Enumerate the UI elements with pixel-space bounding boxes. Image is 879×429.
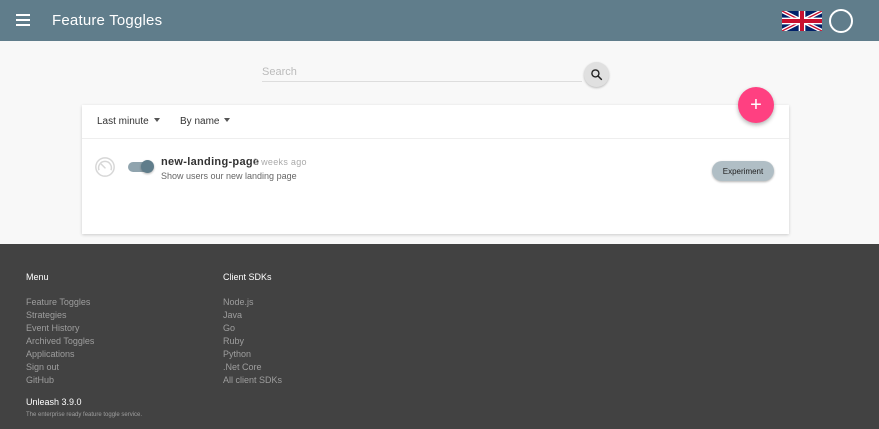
search-icon: [591, 69, 603, 81]
feature-row: new-landing-page 3 weeks ago Show users …: [82, 139, 789, 199]
add-feature-button[interactable]: +: [738, 87, 774, 123]
uk-flag-icon[interactable]: [782, 11, 822, 31]
footer-menu-list: Feature Toggles Strategies Event History…: [26, 296, 94, 387]
feature-enabled-toggle[interactable]: [128, 160, 154, 173]
footer-link-applications[interactable]: Applications: [26, 348, 94, 361]
metric-dropdown-label: Last minute: [97, 116, 149, 127]
search-button[interactable]: [584, 62, 609, 87]
search-field: [262, 62, 582, 82]
footer-link-java[interactable]: Java: [223, 309, 282, 322]
user-avatar-icon[interactable]: [829, 9, 853, 33]
feature-type-chip[interactable]: Experiment: [712, 161, 774, 181]
footer-sdk-title: Client SDKs: [223, 272, 272, 282]
footer-link-strategies[interactable]: Strategies: [26, 309, 94, 322]
footer-sdk-list: Node.js Java Go Ruby Python .Net Core Al…: [223, 296, 282, 387]
footer-link-ruby[interactable]: Ruby: [223, 335, 282, 348]
chevron-down-icon: [224, 118, 231, 122]
card-toolbar: Last minute By name: [82, 105, 789, 139]
footer-link-go[interactable]: Go: [223, 322, 282, 335]
feature-description: Show users our new landing page: [161, 171, 297, 181]
page-title: Feature Toggles: [52, 12, 163, 29]
search-input[interactable]: [262, 62, 582, 82]
footer-link-archived-toggles[interactable]: Archived Toggles: [26, 335, 94, 348]
hamburger-menu-icon[interactable]: [16, 14, 30, 26]
feature-name-link[interactable]: new-landing-page: [161, 156, 259, 168]
footer-link-nodejs[interactable]: Node.js: [223, 296, 282, 309]
footer-link-python[interactable]: Python: [223, 348, 282, 361]
app-header: Feature Toggles: [0, 0, 879, 41]
version-label: Unleash 3.9.0: [26, 397, 82, 407]
gauge-icon: [95, 157, 115, 177]
toggle-knob: [141, 160, 154, 173]
feature-list-card: Last minute By name new-landing-page 3 w…: [82, 105, 789, 234]
chevron-down-icon: [153, 118, 160, 122]
metric-dropdown[interactable]: Last minute: [97, 116, 160, 127]
footer: Menu Feature Toggles Strategies Event Hi…: [0, 244, 879, 429]
sort-dropdown-label: By name: [180, 116, 220, 127]
footer-menu-title: Menu: [26, 272, 49, 282]
feature-created-time: 3 weeks ago: [253, 157, 307, 167]
footer-link-dotnet-core[interactable]: .Net Core: [223, 361, 282, 374]
footer-link-all-sdks[interactable]: All client SDKs: [223, 374, 282, 387]
footer-link-event-history[interactable]: Event History: [26, 322, 94, 335]
footer-link-feature-toggles[interactable]: Feature Toggles: [26, 296, 94, 309]
footer-link-sign-out[interactable]: Sign out: [26, 361, 94, 374]
tagline: The enterprise ready feature toggle serv…: [26, 412, 143, 418]
sort-dropdown[interactable]: By name: [180, 116, 231, 127]
footer-link-github[interactable]: GitHub: [26, 374, 94, 387]
